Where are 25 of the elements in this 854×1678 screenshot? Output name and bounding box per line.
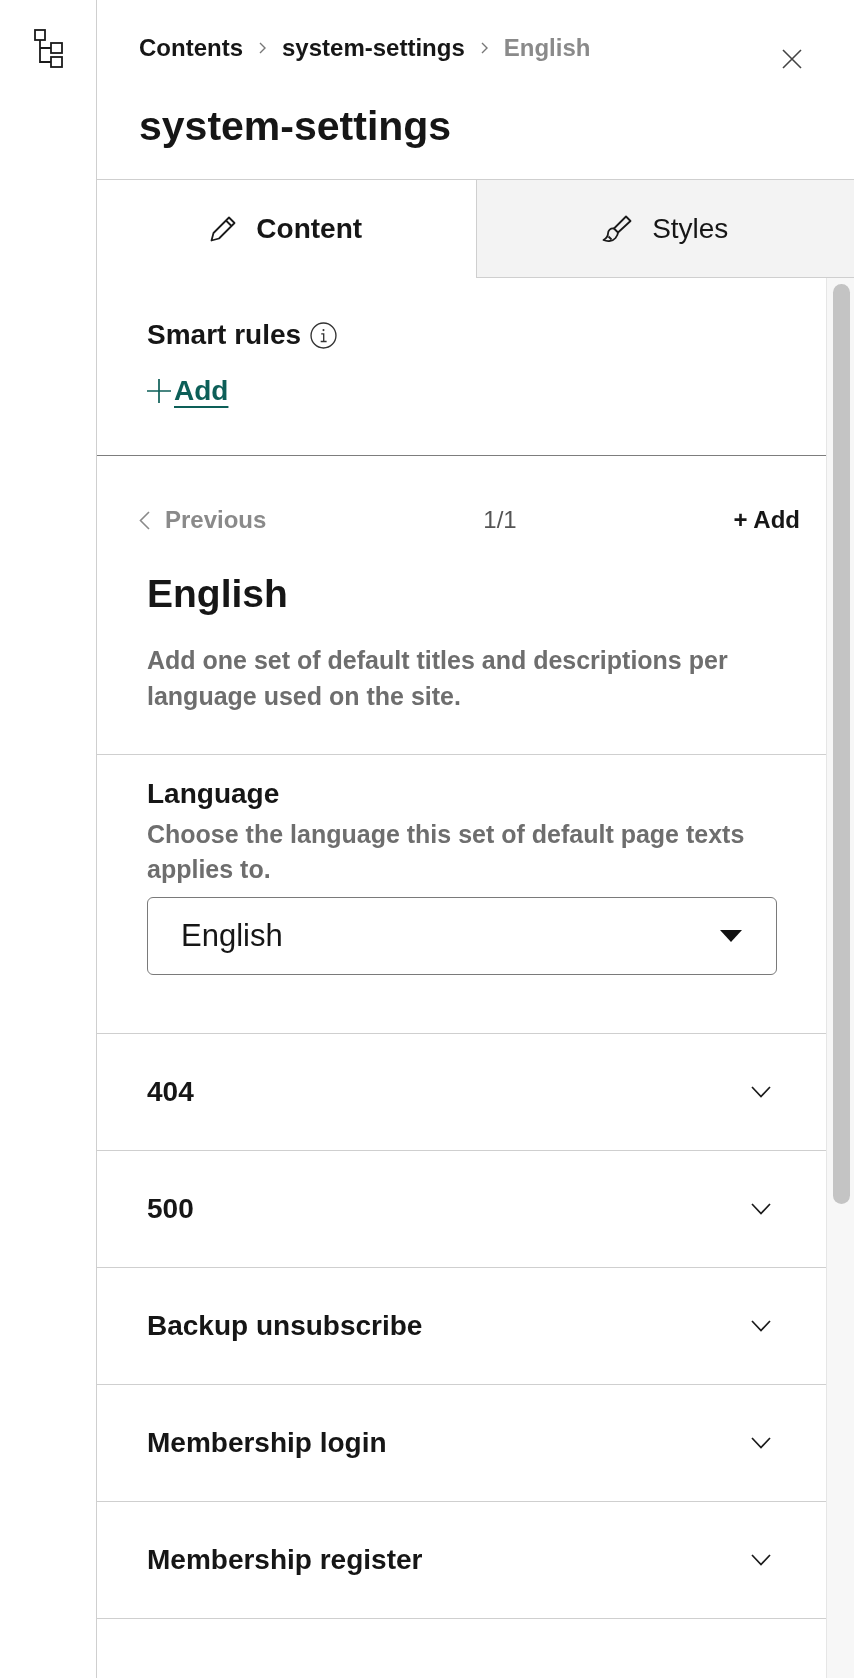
tab[interactable]: Styles — [475, 180, 854, 278]
entry-description: Add one set of default titles and descriptions per language used on the site. — [147, 645, 729, 712]
chevron-right-icon — [259, 42, 266, 54]
close-icon[interactable] — [782, 49, 802, 69]
breadcrumb-link[interactable]: system-settings — [282, 33, 465, 63]
add-link[interactable]: Add — [147, 374, 229, 408]
plus-icon — [147, 379, 171, 403]
tree-structure-icon[interactable] — [33, 29, 63, 68]
language-select[interactable]: English — [147, 897, 777, 975]
page-counter: 1/1 — [483, 505, 517, 535]
field-help: Choose the language this set of default page texts applies to. — [147, 819, 746, 885]
breadcrumb-link[interactable]: Contents — [139, 33, 243, 63]
field-label: Language — [147, 777, 281, 811]
entry-title: English — [147, 571, 289, 617]
add-button[interactable]: + Add — [733, 505, 800, 535]
brush-icon — [602, 214, 633, 243]
section-label: Smart rules — [147, 318, 302, 352]
info-icon[interactable] — [310, 321, 338, 349]
chevron-right-icon — [480, 42, 488, 54]
caret-down-icon — [720, 930, 742, 942]
breadcrumb-current: English — [503, 33, 591, 63]
scrollbar-thumb[interactable] — [833, 284, 850, 1204]
pencil-icon — [210, 216, 237, 242]
panel-title: system-settings — [139, 102, 453, 150]
chevron-left-icon — [139, 510, 150, 530]
